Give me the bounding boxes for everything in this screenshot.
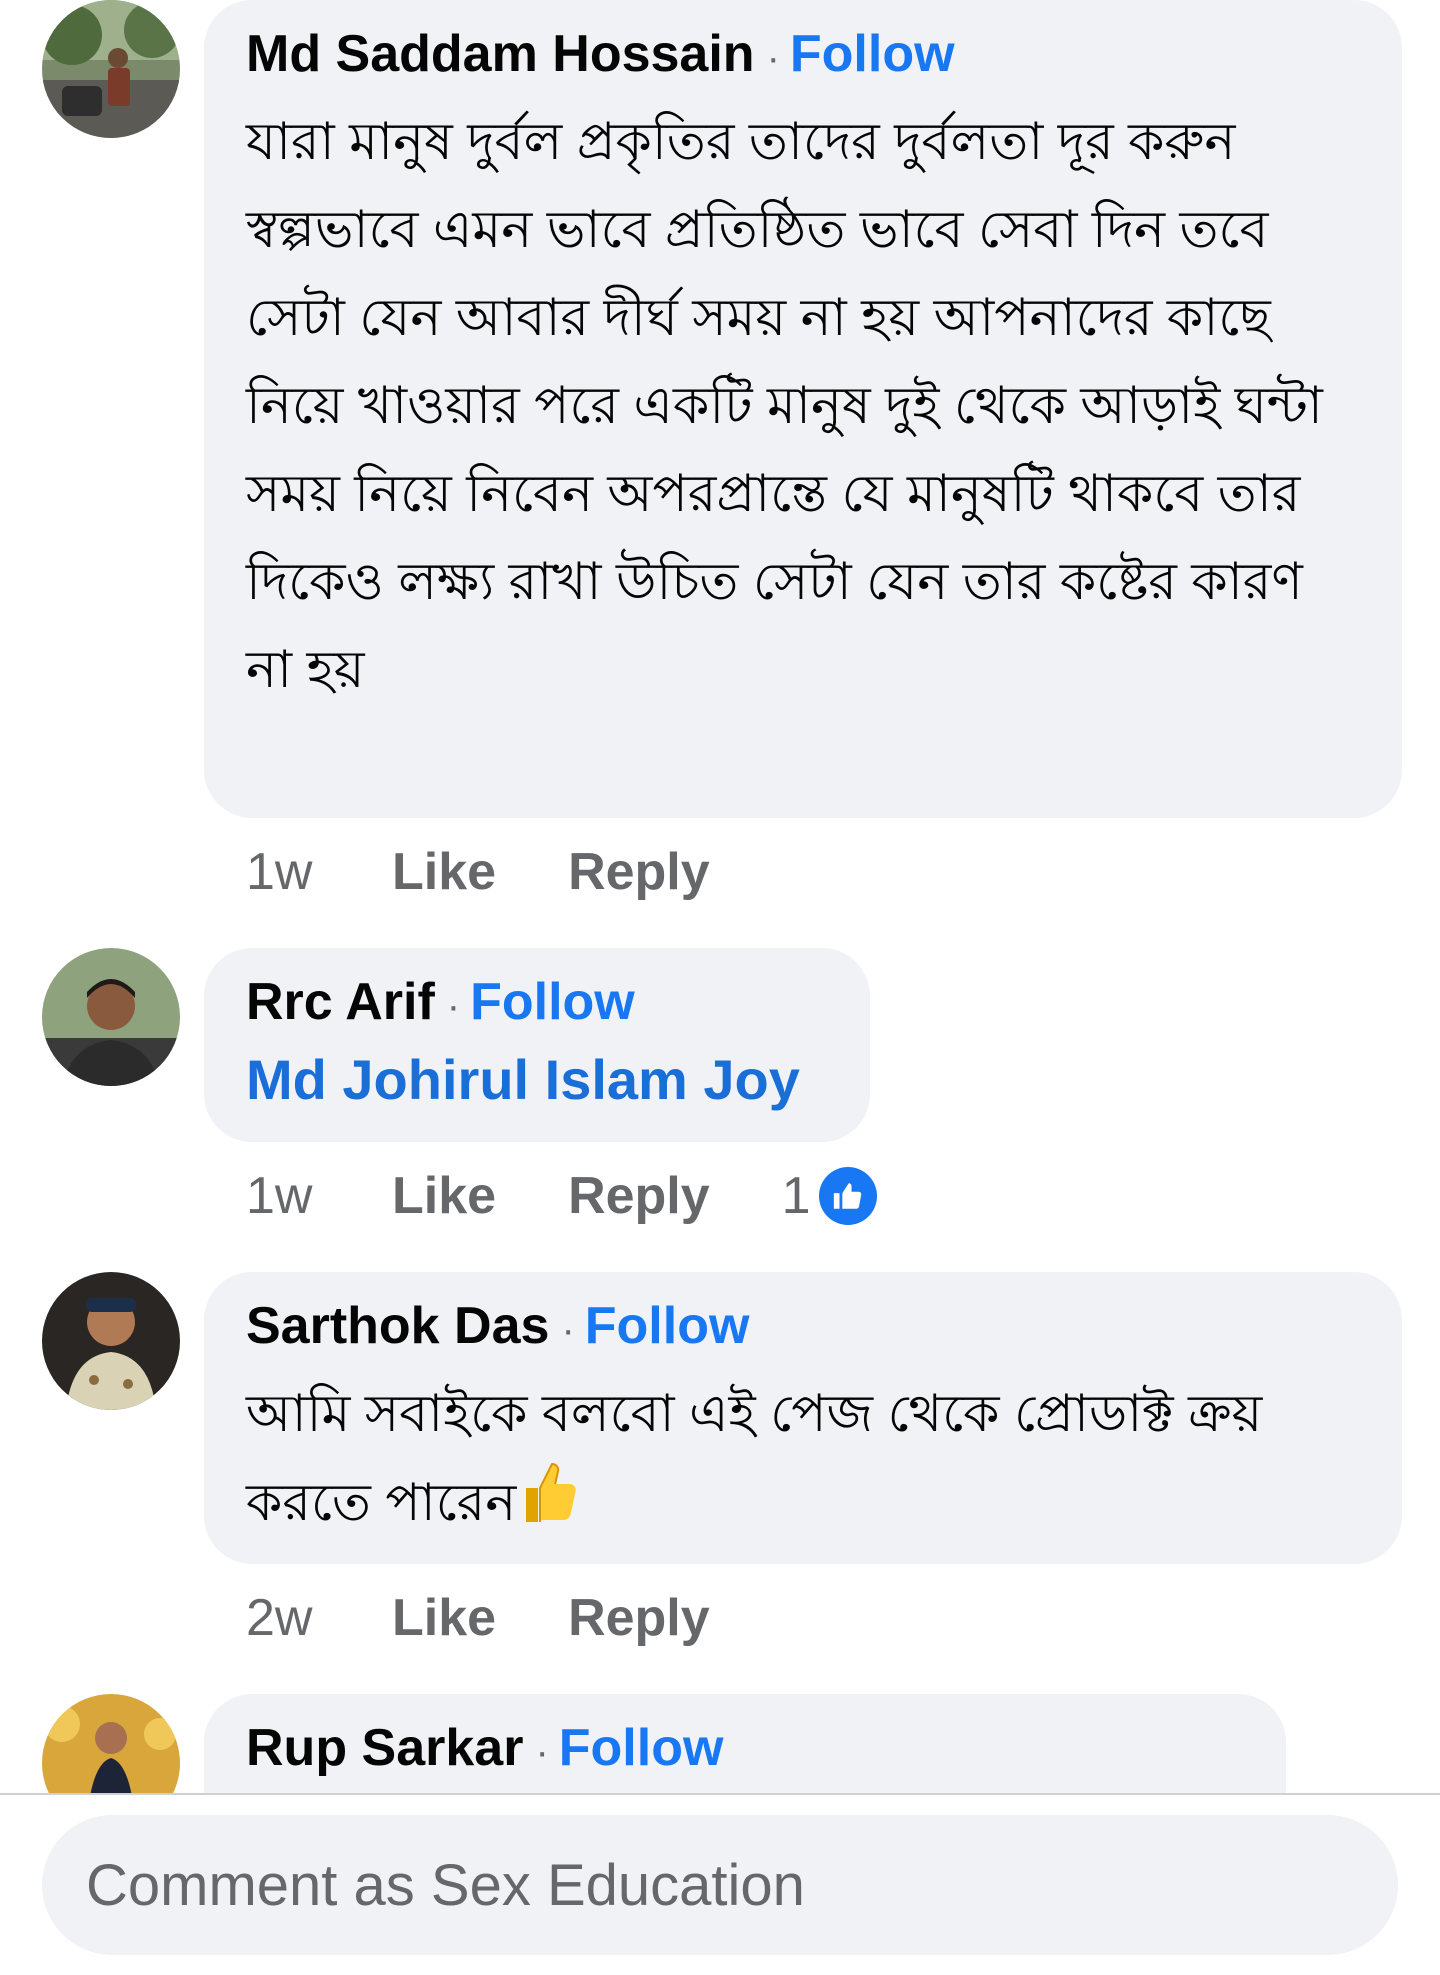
comment-actions: 2w Like Reply [246,1578,710,1658]
like-button[interactable]: Like [392,1588,496,1648]
comment-bubble: Sarthok Das · Follow আমি সবাইকে বলবো এই … [204,1272,1402,1564]
comment-author[interactable]: Sarthok Das [246,1290,549,1362]
avatar-photo [42,1272,180,1410]
tagged-user-link[interactable]: Md Johirul Islam Joy [246,1042,830,1118]
comment-text: যারা মানুষ দুর্বল প্রকৃতির তাদের দুর্বলত… [246,113,1323,699]
comment-timestamp[interactable]: 2w [246,1588,392,1648]
comment-text-block: আমি সবাইকে বলবো এই পেজ থেকে প্রোডাক্ট ক্… [246,1370,1362,1553]
comment-header: Rrc Arif · Follow [246,966,830,1042]
follow-button[interactable]: Follow [790,18,955,90]
like-button[interactable]: Like [392,842,496,902]
comment-timestamp[interactable]: 1w [246,842,392,902]
comment-input-placeholder: Comment as Sex Education [86,1852,805,1918]
comment-bubble: Md Saddam Hossain · Follow যারা মানুষ দু… [204,0,1402,818]
reaction-summary[interactable]: 1 [782,1166,877,1226]
comment-author[interactable]: Rup Sarkar [246,1712,523,1784]
follow-button[interactable]: Follow [559,1712,724,1784]
avatar-photo [42,1694,180,1793]
avatar-photo [42,948,180,1086]
avatar-photo [42,0,180,138]
composer-divider [0,1793,1440,1795]
comment-author[interactable]: Rrc Arif [246,966,435,1038]
separator-dot: · [446,984,461,1028]
comment-actions: 1w Like Reply [246,832,710,912]
comment-bubble: Rup Sarkar · Follow [204,1694,1286,1793]
comment-header: Sarthok Das · Follow [246,1290,1362,1366]
reply-button[interactable]: Reply [568,842,710,902]
comment-bubble: Rrc Arif · Follow Md Johirul Islam Joy [204,948,870,1142]
avatar[interactable] [42,0,180,138]
reply-button[interactable]: Reply [568,1166,710,1226]
follow-button[interactable]: Follow [585,1290,750,1362]
comment-header: Rup Sarkar · Follow [246,1712,1246,1788]
comment-actions: 1w Like Reply 1 [246,1156,877,1236]
comment-text: আমি সবাইকে বলবো এই পেজ থেকে প্রোডাক্ট ক্… [246,1385,1263,1532]
separator-dot: · [561,1308,575,1352]
comment-input[interactable]: Comment as Sex Education [42,1815,1398,1955]
avatar[interactable] [42,948,180,1086]
comment-timestamp[interactable]: 1w [246,1166,392,1226]
avatar[interactable] [42,1694,180,1793]
reply-button[interactable]: Reply [568,1588,710,1648]
comment-author[interactable]: Md Saddam Hossain [246,18,755,90]
follow-button[interactable]: Follow [470,966,635,1038]
reaction-count: 1 [781,1167,811,1225]
thumbs-up-emoji-icon [520,1458,580,1553]
comment-header: Md Saddam Hossain · Follow [246,18,1362,94]
comments-list: Md Saddam Hossain · Follow যারা মানুষ দু… [0,0,1440,1793]
separator-dot: · [766,36,780,80]
separator-dot: · [535,1730,549,1774]
like-button[interactable]: Like [392,1166,496,1226]
avatar[interactable] [42,1272,180,1410]
like-thumb-icon [818,1167,877,1225]
